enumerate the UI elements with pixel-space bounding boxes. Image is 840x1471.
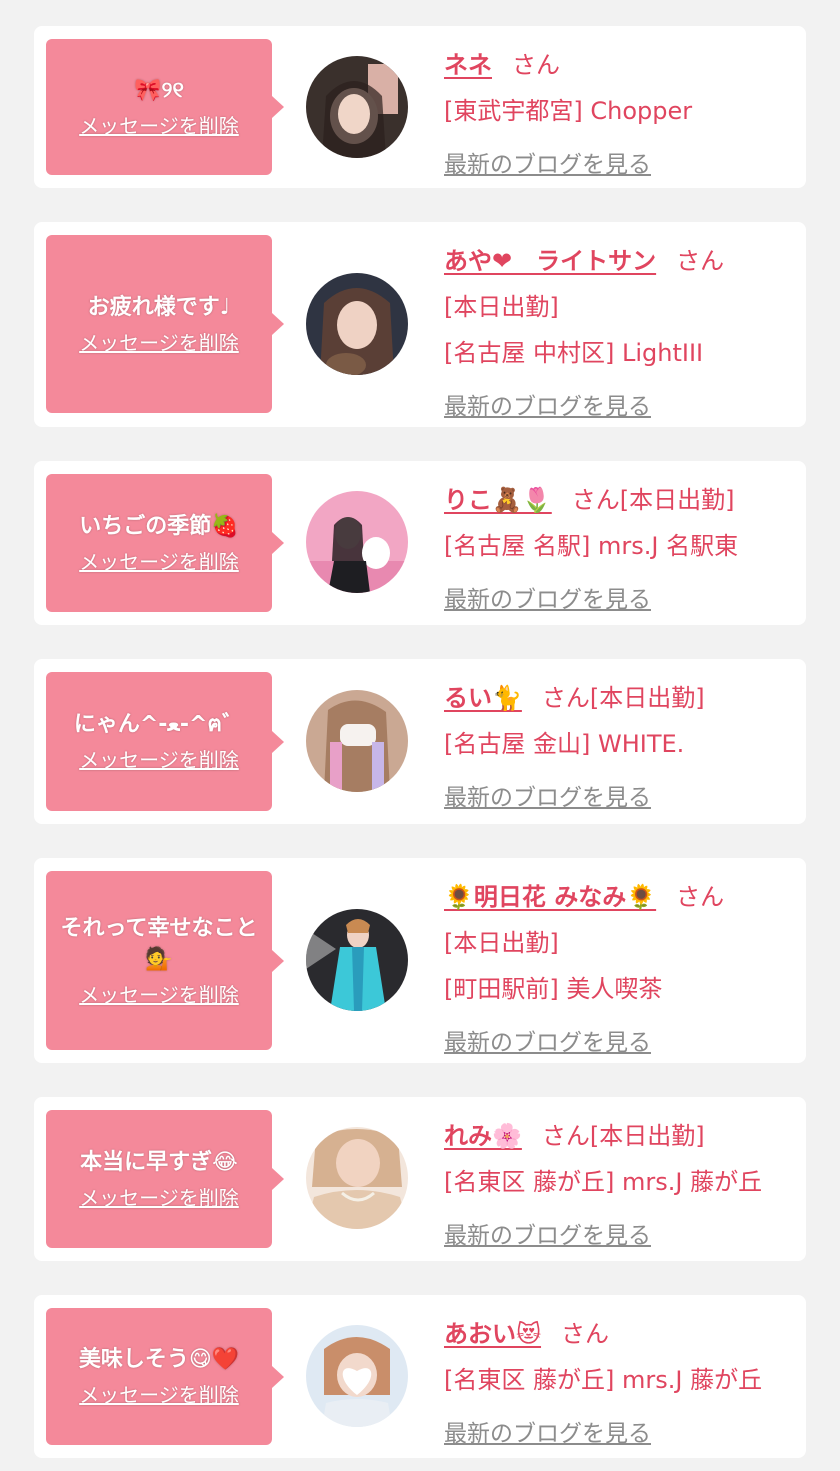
delete-message-link[interactable]: メッセージを削除 — [79, 1184, 239, 1212]
attendance-label: [本日出勤] — [444, 929, 559, 957]
message-bubble: お疲れ様です♩ メッセージを削除 — [46, 235, 284, 413]
honorific-label: さん — [561, 1320, 610, 1348]
honorific-label: さん — [512, 51, 560, 79]
name-line: るい🐈 さん[本日出勤] — [444, 675, 796, 721]
cast-name-link[interactable]: るい🐈 — [444, 684, 522, 712]
avatar[interactable] — [306, 1127, 408, 1229]
latest-blog-link[interactable]: 最新のブログを見る — [444, 1213, 651, 1259]
message-bubble: にゃん^-ﻌ-^ฅ゛ メッセージを削除 — [46, 672, 284, 811]
attendance-label: [本日出勤] — [619, 486, 735, 514]
honorific-label: さん — [571, 486, 620, 514]
message-text: 美味しそう😋❤️ — [78, 1347, 240, 1372]
message-text: いちごの季節🍓 — [79, 513, 239, 539]
message-card: いちごの季節🍓 メッセージを削除 りこ🧸🌷 さん[本日出勤] [名古屋 名駅] m… — [34, 461, 806, 625]
name-line: 🌻明日花 みなみ🌻 さん — [444, 874, 796, 920]
avatar[interactable] — [306, 690, 408, 792]
cast-info: れみ🌸 さん[本日出勤] [名東区 藤が丘] mrs.J 藤が丘 最新のブログを見… — [444, 1113, 796, 1259]
message-bubble: 美味しそう😋❤️ メッセージを削除 — [46, 1308, 284, 1445]
shop-label: [名古屋 名駅] mrs.J 名駅東 — [444, 532, 739, 560]
latest-blog-link[interactable]: 最新のブログを見る — [444, 142, 651, 188]
message-text: にゃん^-ﻌ-^ฅ゛ — [73, 712, 245, 737]
message-bubble: いちごの季節🍓 メッセージを削除 — [46, 474, 284, 612]
cast-name-link[interactable]: あや❤︎ ライトサン — [444, 247, 656, 275]
message-text: お疲れ様です♩ — [87, 294, 231, 320]
delete-message-link[interactable]: メッセージを削除 — [79, 1381, 239, 1409]
honorific-label: さん — [676, 883, 725, 911]
honorific-label: さん — [676, 247, 725, 275]
shop-label: [名古屋 中村区] LightIII — [444, 339, 704, 367]
cast-name-link[interactable]: ネネ — [444, 51, 492, 79]
cast-name-link[interactable]: りこ🧸🌷 — [444, 486, 552, 514]
cast-info: あおい😻 さん [名東区 藤が丘] mrs.J 藤が丘 最新のブログを見る — [444, 1311, 796, 1457]
message-card: 🎀୨୧ メッセージを削除 ネネ さん [東武宇都宮] Chopper 最新のブログ… — [34, 26, 806, 188]
message-card: それって幸せなこと💁 メッセージを削除 🌻明日花 みなみ🌻 さん [本日出勤] [… — [34, 858, 806, 1063]
message-bubble: 🎀୨୧ メッセージを削除 — [46, 39, 284, 175]
name-line: ネネ さん — [444, 42, 796, 88]
latest-blog-link[interactable]: 最新のブログを見る — [444, 775, 651, 821]
shop-label: [東武宇都宮] Chopper — [444, 97, 693, 125]
cast-name-link[interactable]: あおい😻 — [444, 1320, 541, 1348]
attendance-label: [本日出勤] — [444, 293, 559, 321]
honorific-label: さん — [541, 684, 590, 712]
shop-label: [名東区 藤が丘] mrs.J 藤が丘 — [444, 1168, 763, 1196]
cast-info: 🌻明日花 みなみ🌻 さん [本日出勤] [町田駅前] 美人喫茶 最新のブログを見る — [444, 874, 796, 1066]
cast-name-link[interactable]: れみ🌸 — [444, 1122, 522, 1150]
avatar[interactable] — [306, 56, 408, 158]
message-card: 本当に早すぎ😂 メッセージを削除 れみ🌸 さん[本日出勤] [名東区 藤が丘] m… — [34, 1097, 806, 1261]
attendance-label: [本日出勤] — [589, 684, 705, 712]
delete-message-link[interactable]: メッセージを削除 — [79, 329, 239, 357]
shop-label: [名古屋 金山] WHITE. — [444, 730, 685, 758]
message-card: にゃん^-ﻌ-^ฅ゛ メッセージを削除 るい🐈 さん[本日出勤] [名古屋 金山]… — [34, 659, 806, 824]
honorific-label: さん — [541, 1122, 590, 1150]
latest-blog-link[interactable]: 最新のブログを見る — [444, 1411, 651, 1457]
name-line: あおい😻 さん — [444, 1311, 796, 1357]
name-line: れみ🌸 さん[本日出勤] — [444, 1113, 796, 1159]
cast-info: ネネ さん [東武宇都宮] Chopper 最新のブログを見る — [444, 42, 796, 188]
message-bubble: それって幸せなこと💁 メッセージを削除 — [46, 871, 284, 1050]
message-text: 本当に早すぎ😂 — [80, 1149, 238, 1175]
message-list: 🎀୨୧ メッセージを削除 ネネ さん [東武宇都宮] Chopper 最新のブログ… — [0, 0, 840, 1471]
name-line: りこ🧸🌷 さん[本日出勤] — [444, 477, 796, 523]
message-bubble: 本当に早すぎ😂 メッセージを削除 — [46, 1110, 284, 1248]
latest-blog-link[interactable]: 最新のブログを見る — [444, 1020, 651, 1066]
delete-message-link[interactable]: メッセージを削除 — [79, 548, 239, 576]
latest-blog-link[interactable]: 最新のブログを見る — [444, 384, 651, 430]
message-card: 美味しそう😋❤️ メッセージを削除 あおい😻 さん [名東区 藤が丘] mrs.J… — [34, 1295, 806, 1458]
message-text: それって幸せなこと💁 — [60, 915, 258, 972]
message-text: 🎀୨୧ — [134, 77, 184, 103]
delete-message-link[interactable]: メッセージを削除 — [79, 112, 239, 140]
delete-message-link[interactable]: メッセージを削除 — [79, 981, 239, 1009]
name-line: あや❤︎ ライトサン さん — [444, 238, 796, 284]
cast-name-link[interactable]: 🌻明日花 みなみ🌻 — [444, 883, 656, 911]
delete-message-link[interactable]: メッセージを削除 — [79, 746, 239, 774]
avatar[interactable] — [306, 909, 408, 1011]
avatar[interactable] — [306, 273, 408, 375]
shop-label: [町田駅前] 美人喫茶 — [444, 975, 663, 1003]
cast-info: あや❤︎ ライトサン さん [本日出勤] [名古屋 中村区] LightIII 最… — [444, 238, 796, 430]
latest-blog-link[interactable]: 最新のブログを見る — [444, 577, 651, 623]
avatar[interactable] — [306, 491, 408, 593]
cast-info: りこ🧸🌷 さん[本日出勤] [名古屋 名駅] mrs.J 名駅東 最新のブログを見… — [444, 477, 796, 623]
attendance-label: [本日出勤] — [589, 1122, 705, 1150]
message-card: お疲れ様です♩ メッセージを削除 あや❤︎ ライトサン さん [本日出勤] [名古… — [34, 222, 806, 427]
cast-info: るい🐈 さん[本日出勤] [名古屋 金山] WHITE. 最新のブログを見る — [444, 675, 796, 821]
avatar[interactable] — [306, 1325, 408, 1427]
shop-label: [名東区 藤が丘] mrs.J 藤が丘 — [444, 1366, 763, 1394]
